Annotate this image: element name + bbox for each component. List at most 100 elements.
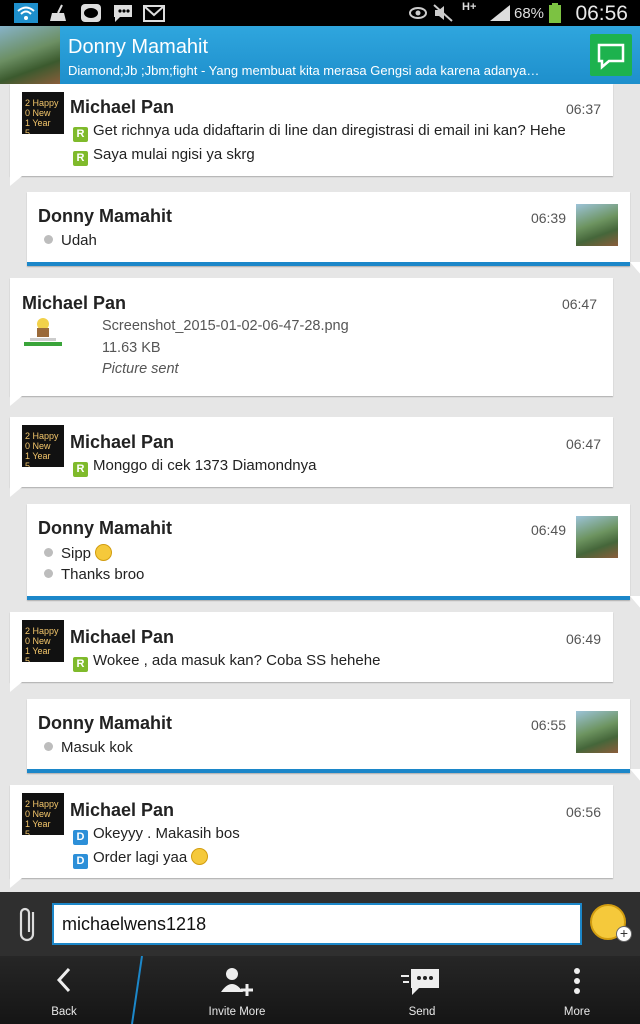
message-outgoing[interactable]: Donny Mamahit 06:49 Sipp Thanks broo: [27, 504, 640, 610]
sender-avatar: [576, 516, 618, 558]
message-text: Okeyyy . Makasih bos: [93, 825, 240, 842]
message-time: 06:39: [530, 210, 566, 226]
read-tag: R: [73, 127, 88, 142]
battery-icon: [549, 3, 561, 23]
contact-status: Diamond;Jb ;Jbm;fight - Yang membuat kit…: [68, 63, 540, 78]
message-incoming[interactable]: 2 Happy 0 New 1 Year 5 Michael Pan 06:49 RW…: [10, 612, 613, 692]
invite-more-button[interactable]: Invite More: [176, 956, 298, 1024]
file-status: Picture sent: [102, 361, 179, 377]
overflow-menu-icon: [574, 968, 580, 994]
chat-header: Donny Mamahit Diamond;Jb ;Jbm;fight - Ya…: [0, 26, 640, 84]
mail-icon: [143, 5, 165, 22]
send-label: Send: [408, 1006, 436, 1018]
invite-contact-icon: [221, 968, 253, 996]
message-text: Wokee , ada masuk kan? Coba SS hehehe: [93, 652, 381, 669]
broom-icon: [50, 4, 66, 21]
sender-name: Michael Pan: [70, 627, 175, 647]
message-time: 06:49: [565, 631, 601, 647]
message-outgoing[interactable]: Donny Mamahit 06:55 Masuk kok: [27, 699, 640, 783]
message-time: 06:37: [565, 101, 601, 117]
message-line: Thanks broo: [44, 566, 144, 583]
back-label: Back: [51, 1006, 77, 1018]
signal-icon: [490, 5, 510, 21]
action-bar: Back Invite More Send More: [0, 956, 640, 1024]
sender-name: Michael Pan: [70, 432, 175, 452]
contact-name[interactable]: Donny Mamahit: [68, 36, 208, 59]
message-line: D Order lagi yaa: [73, 848, 209, 869]
message-line: D Okeyyy . Makasih bos: [73, 825, 240, 845]
laughing-emoji-icon: [95, 544, 113, 561]
message-line: Udah: [44, 232, 97, 249]
message-incoming[interactable]: 2 Happy 0 New 1 Year 5 Michael Pan 06:37 RG…: [10, 84, 613, 186]
message-input[interactable]: [52, 903, 582, 945]
message-outgoing[interactable]: Donny Mamahit 06:39 Udah: [27, 192, 640, 276]
delivered-tag: D: [73, 854, 88, 869]
file-size: 11.63 KB: [102, 340, 161, 356]
status-bar: H+ 68% 06:56: [0, 0, 640, 26]
sender-avatar: [576, 711, 618, 753]
line-app-icon: [81, 4, 101, 22]
send-button[interactable]: Send: [368, 956, 476, 1024]
read-tag: R: [73, 657, 88, 672]
delivered-tag: D: [73, 830, 88, 845]
message-line: R Saya mulai ngisi ya skrg: [73, 146, 255, 166]
back-button[interactable]: Back: [0, 956, 128, 1024]
message-time: 06:47: [561, 296, 597, 312]
add-emoji-icon: +: [616, 926, 632, 942]
sender-avatar: 2 Happy 0 New 1 Year 5: [22, 425, 64, 467]
delivered-dot-icon: [44, 569, 53, 578]
sender-avatar: 2 Happy 0 New 1 Year 5: [22, 620, 64, 662]
sender-avatar: 2 Happy 0 New 1 Year 5: [22, 793, 64, 835]
laughing-emoji-icon: [191, 848, 209, 865]
network-type: H+: [462, 1, 477, 13]
message-text: Saya mulai ngisi ya skrg: [93, 146, 255, 163]
chat-transcript[interactable]: 2 Happy 0 New 1 Year 5 Michael Pan 06:37 RG…: [0, 84, 640, 892]
file-name: Screenshot_2015-01-02-06-47-28.png: [102, 318, 349, 334]
message-time: 06:49: [530, 522, 566, 538]
message-line: R Wokee , ada masuk kan? Coba SS hehehe: [73, 652, 380, 672]
paperclip-icon[interactable]: [16, 904, 42, 944]
status-time: 06:56: [575, 2, 628, 25]
bbm-icon: [114, 5, 132, 22]
message-text: Get richnya uda didaftarin di line dan d…: [93, 122, 566, 139]
delivered-dot-icon: [44, 548, 53, 557]
message-text: Thanks broo: [61, 566, 145, 583]
wifi-icon: [14, 3, 38, 23]
message-text: Order lagi yaa: [93, 849, 188, 866]
message-text: Masuk kok: [61, 739, 133, 756]
read-tag: R: [73, 462, 88, 477]
mute-icon: [433, 4, 453, 22]
more-button[interactable]: More: [534, 956, 620, 1024]
sender-name: Donny Mamahit: [38, 713, 173, 733]
sender-avatar: [576, 204, 618, 246]
sender-name: Michael Pan: [22, 293, 127, 313]
image-thumbnail-icon[interactable]: [24, 314, 62, 348]
message-incoming[interactable]: 2 Happy 0 New 1 Year 5 Michael Pan 06:56 DO…: [10, 785, 613, 888]
delivered-dot-icon: [44, 235, 53, 244]
battery-percent: 68%: [514, 5, 545, 22]
message-incoming[interactable]: 2 Happy 0 New 1 Year 5 Michael Pan 06:47 RM…: [10, 417, 613, 497]
message-time: 06:47: [565, 436, 601, 452]
message-time: 06:55: [530, 717, 566, 733]
message-line: R Monggo di cek 1373 Diamondnya: [73, 457, 316, 477]
more-label: More: [563, 1006, 591, 1018]
message-text: Udah: [61, 232, 97, 249]
sender-name: Donny Mamahit: [38, 518, 173, 538]
message-text: Monggo di cek 1373 Diamondnya: [93, 457, 317, 474]
sender-name: Michael Pan: [70, 800, 175, 820]
contact-avatar[interactable]: [0, 26, 60, 84]
message-incoming-file[interactable]: Michael Pan 06:47 Screenshot_2015-01-02-…: [10, 278, 613, 406]
back-arrow-icon: [56, 967, 71, 993]
invite-more-label: Invite More: [208, 1006, 266, 1018]
message-line: Masuk kok: [44, 739, 133, 756]
chat-bubble-icon: [597, 43, 625, 70]
chat-button[interactable]: [590, 34, 632, 76]
message-line: Sipp: [44, 544, 113, 562]
sender-avatar: 2 Happy 0 New 1 Year 5: [22, 92, 64, 134]
divider: [131, 956, 143, 1024]
delivered-dot-icon: [44, 742, 53, 751]
eye-icon: [409, 7, 427, 19]
message-line: R Get richnya uda didaftarin di line dan …: [73, 122, 566, 142]
message-time: 06:56: [565, 804, 601, 820]
sender-name: Donny Mamahit: [38, 206, 173, 226]
